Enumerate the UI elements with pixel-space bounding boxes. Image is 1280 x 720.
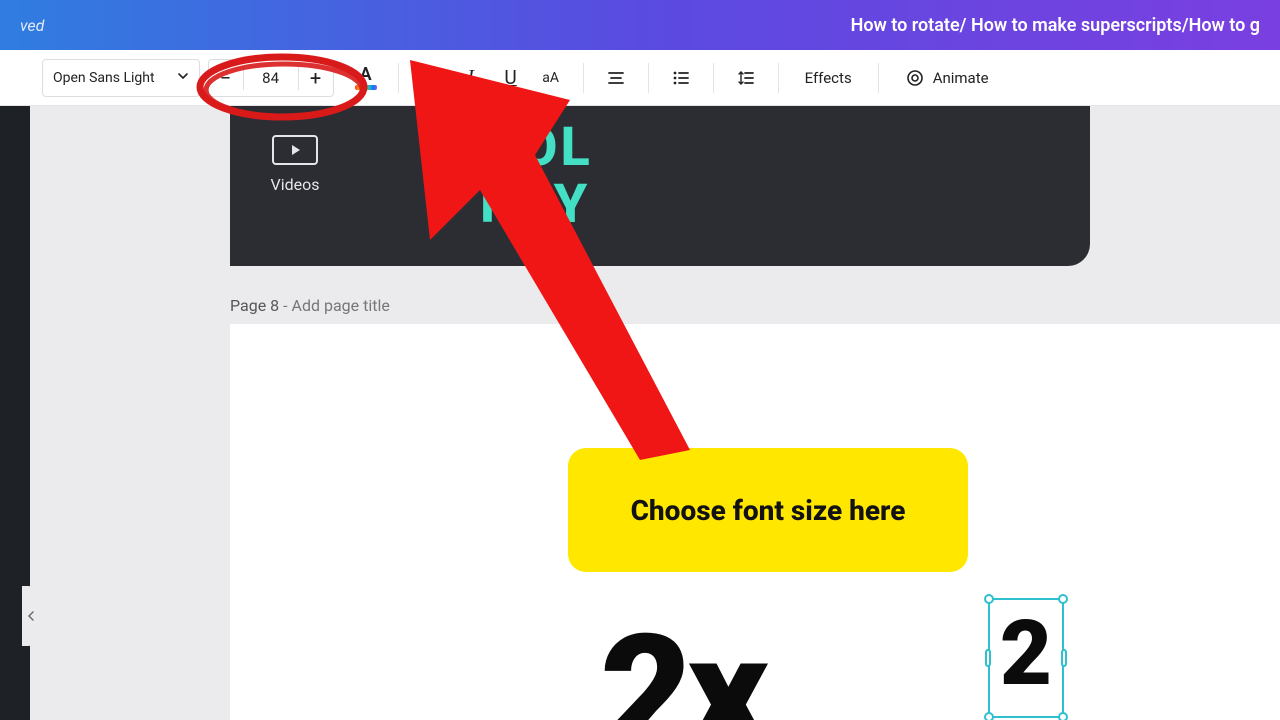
resize-handle[interactable]: [984, 712, 994, 720]
text-case-button[interactable]: aA: [531, 58, 571, 98]
font-color-icon: A: [355, 66, 377, 90]
font-size-input[interactable]: 84: [244, 69, 298, 87]
effects-button[interactable]: Effects: [791, 58, 866, 98]
save-status: ved: [20, 16, 44, 35]
divider: [648, 63, 649, 93]
chevron-left-icon: [27, 611, 35, 621]
list-button[interactable]: [661, 58, 701, 98]
animate-icon: [905, 68, 925, 88]
divider: [583, 63, 584, 93]
template-preview-text: OOL RTY: [480, 120, 593, 233]
chevron-down-icon: [177, 70, 189, 86]
divider: [713, 63, 714, 93]
spacing-icon: [736, 68, 756, 88]
divider: [878, 63, 879, 93]
font-color-button[interactable]: A: [346, 58, 386, 98]
resize-handle[interactable]: [1058, 594, 1068, 604]
resize-handle[interactable]: [984, 594, 994, 604]
underline-button[interactable]: U: [491, 58, 531, 98]
page-label[interactable]: Page 8 - Add page title: [230, 296, 390, 315]
preview-strip: [230, 106, 1090, 266]
italic-button[interactable]: I: [451, 58, 491, 98]
align-center-icon: [606, 68, 626, 88]
resize-handle[interactable]: [985, 649, 991, 667]
sidebar-item-label: Videos: [271, 175, 320, 194]
font-family-label: Open Sans Light: [53, 70, 155, 86]
text-toolbar: Open Sans Light − 84 + A B I U aA: [0, 50, 1280, 106]
list-icon: [671, 68, 691, 88]
left-rail: [0, 106, 30, 720]
text-align-button[interactable]: [596, 58, 636, 98]
font-size-group: − 84 +: [208, 59, 334, 97]
resize-handle[interactable]: [1058, 712, 1068, 720]
animate-button[interactable]: Animate: [891, 58, 1003, 98]
spacing-button[interactable]: [726, 58, 766, 98]
selected-text-box[interactable]: 2: [988, 598, 1064, 718]
font-size-decrease[interactable]: −: [209, 60, 243, 96]
sidebar-item-videos[interactable]: Videos: [245, 135, 345, 194]
canvas-text-superscript[interactable]: 2: [990, 600, 1062, 708]
divider: [778, 63, 779, 93]
annotation-callout: Choose font size here: [568, 448, 968, 572]
font-size-increase[interactable]: +: [299, 60, 333, 96]
app-header: ved How to rotate/ How to make superscri…: [0, 0, 1280, 50]
divider: [398, 63, 399, 93]
document-title: How to rotate/ How to make superscripts/…: [851, 15, 1260, 36]
collapse-panel-button[interactable]: [22, 586, 40, 646]
canvas-text-main[interactable]: 2x: [600, 615, 763, 720]
resize-handle[interactable]: [1061, 649, 1067, 667]
bold-button[interactable]: B: [411, 58, 451, 98]
video-icon: [272, 135, 318, 165]
font-family-select[interactable]: Open Sans Light: [42, 59, 200, 97]
